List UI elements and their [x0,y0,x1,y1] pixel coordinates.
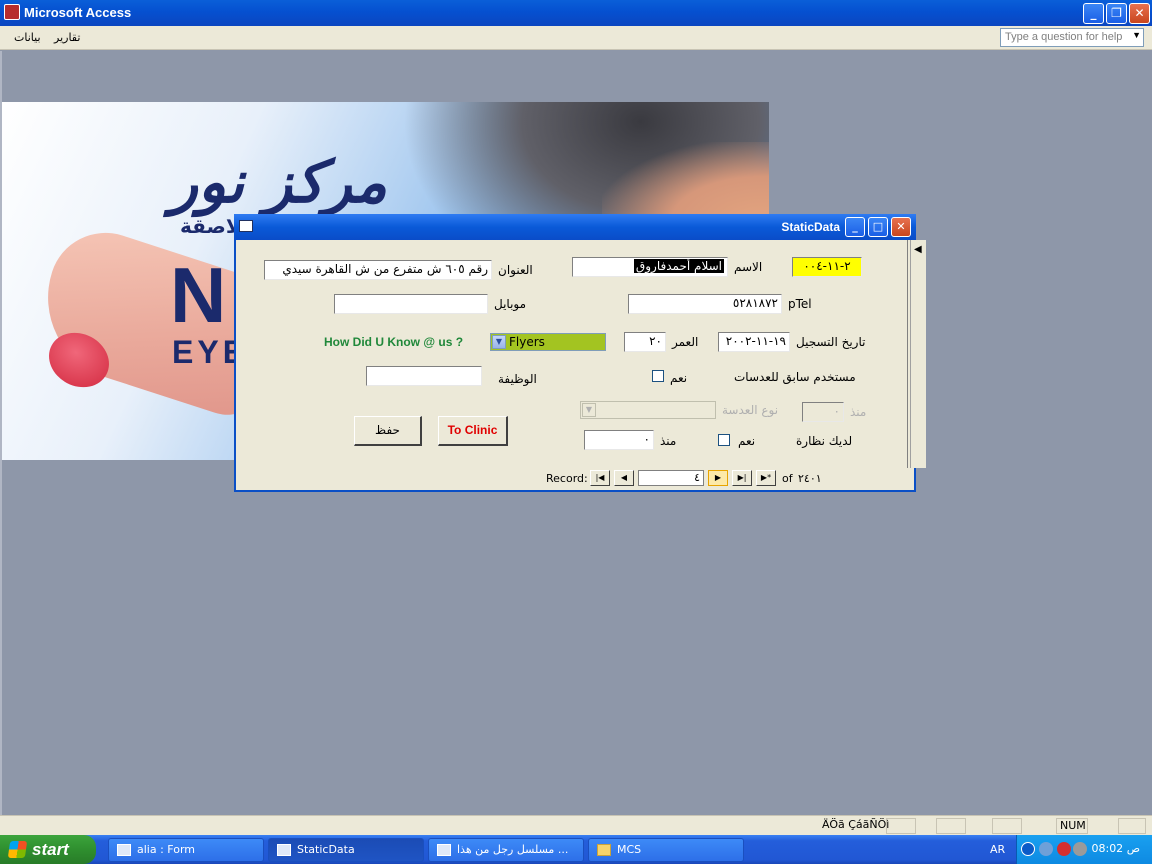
app-title: Microsoft Access [24,5,132,20]
antivirus-icon[interactable] [1057,842,1071,856]
start-label: start [32,840,69,859]
tray-app-icon[interactable] [1073,842,1087,856]
last-record-button[interactable]: ▶| [732,470,752,486]
form-icon [117,844,131,856]
start-button[interactable]: start [0,835,96,864]
restore-button[interactable]: ❐ [1106,3,1127,24]
to-clinic-button[interactable]: To Clinic [438,416,508,446]
address-field[interactable]: رقم ٦٠٥ ش متفرع من ش القاهرة سيدي [264,260,492,280]
taskbar: start alia : Form StaticData مسلسل رجل م… [0,835,1152,864]
chevron-down-icon: ▼ [582,403,596,417]
how-know-label: How Did U Know @ us ? [324,335,464,349]
taskbar-item-staticdata[interactable]: StaticData [268,838,424,862]
new-record-button[interactable]: ▶* [756,470,776,486]
app-titlebar: Microsoft Access _ ❐ ✕ [0,0,1152,26]
record-navigator: Record: |◀ ◀ ٤ ▶ ▶| ▶* of ٢٤٠١ [240,468,908,488]
registration-date-label: تاريخ التسجيل [796,335,866,349]
help-placeholder: Type a question for help [1005,31,1123,43]
first-record-button[interactable]: |◀ [590,470,610,486]
status-text: ÄÖã ÇáãÑÖì [822,818,890,831]
name-value: اسلام أحمدفاروق [633,259,724,273]
chevron-down-icon[interactable]: ▼ [492,335,506,349]
form-titlebar: StaticData _ □ ✕ [234,214,916,240]
glasses-since-label: منذ [660,434,677,448]
lens-type-label: نوع العدسة [722,403,779,417]
chevron-left-icon[interactable] [1021,842,1035,856]
logo-arabic: مركز نور [170,148,387,216]
address-label: العنوان [498,263,533,277]
patient-code-field[interactable]: ٢-١١-٠٠٤ [792,257,862,277]
age-field[interactable]: ٢٠ [624,332,666,352]
form-icon [277,844,291,856]
glasses-since-field[interactable]: ٠ [584,430,654,450]
folder-icon [597,844,611,856]
form-close-button[interactable]: ✕ [891,217,911,237]
name-label: الاسم [734,260,763,274]
status-bar: ÄÖã ÇáãÑÖì NUM [0,815,1152,835]
previous-lens-user-label: مستخدم سابق للعدسات [734,370,856,384]
record-selector[interactable]: ◀ [910,240,926,468]
language-indicator[interactable]: AR [990,843,1005,856]
menu-item-reports[interactable]: تقارير [54,31,80,44]
form-body: ٢-١١-٠٠٤ الاسم اسلام أحمدفاروق العنوان ر… [240,240,908,468]
job-label: الوظيفة [498,372,537,386]
glasses-yes-label: نعم [738,434,756,448]
current-record-field[interactable]: ٤ [638,470,704,486]
previous-lens-checkbox[interactable] [652,370,664,382]
taskbar-item-browser[interactable]: مسلسل رجل من هذا ... [428,838,584,862]
current-record-icon: ◀ [914,244,922,255]
next-record-button[interactable]: ▶ [708,470,728,486]
lens-type-select: ▼ [580,401,716,419]
mobile-label: موبايل [494,297,527,311]
how-know-value: Flyers [509,335,545,349]
age-label: العمر [672,335,699,349]
form-minimize-button[interactable]: _ [845,217,865,237]
glasses-checkbox[interactable] [718,434,730,446]
registration-date-field[interactable]: ١٩-١١-٢٠٠٢ [718,332,790,352]
of-label: of [782,472,793,485]
form-icon[interactable] [239,220,253,232]
chevron-down-icon[interactable]: ▼ [1132,30,1141,40]
previous-lens-yes-label: نعم [670,371,688,385]
num-lock-indicator: NUM [1056,818,1088,834]
network-icon[interactable] [1039,842,1053,856]
menu-item-data[interactable]: بيانات [14,31,41,44]
clock[interactable]: 08:02 ص [1091,842,1140,855]
has-glasses-label: لديك نظارة [796,434,853,448]
system-tray: 08:02 ص [1016,835,1152,864]
ptel-label: pTel [788,297,812,311]
lens-since-field: ٠ [802,402,844,422]
menu-bar: بيانات تقارير Type a question for help ▼ [0,26,1152,50]
logo-letters: N [170,251,226,339]
job-field[interactable] [366,366,482,386]
taskbar-item-mcs[interactable]: MCS [588,838,744,862]
previous-record-button[interactable]: ◀ [614,470,634,486]
access-app-icon[interactable] [4,4,20,20]
name-field[interactable]: اسلام أحمدفاروق [572,257,728,277]
windows-logo-icon [7,841,28,858]
ptel-field[interactable]: ٥٢٨١٨٧٢ [628,294,782,314]
record-label: Record: [546,472,588,485]
taskbar-item-alia-form[interactable]: alia : Form [108,838,264,862]
how-know-select[interactable]: ▼ Flyers [490,333,606,351]
close-button[interactable]: ✕ [1129,3,1150,24]
form-maximize-button[interactable]: □ [868,217,888,237]
since-label: منذ [850,405,867,419]
form-title: StaticData [781,220,840,234]
minimize-button[interactable]: _ [1083,3,1104,24]
help-search-input[interactable]: Type a question for help ▼ [1000,28,1144,47]
staticdata-form-window: StaticData _ □ ✕ ٢-١١-٠٠٤ الاسم اسلام أح… [234,214,926,492]
record-total: ٢٤٠١ [798,472,822,485]
browser-icon [437,844,451,856]
save-button[interactable]: حفظ [354,416,422,446]
mobile-field[interactable] [334,294,488,314]
